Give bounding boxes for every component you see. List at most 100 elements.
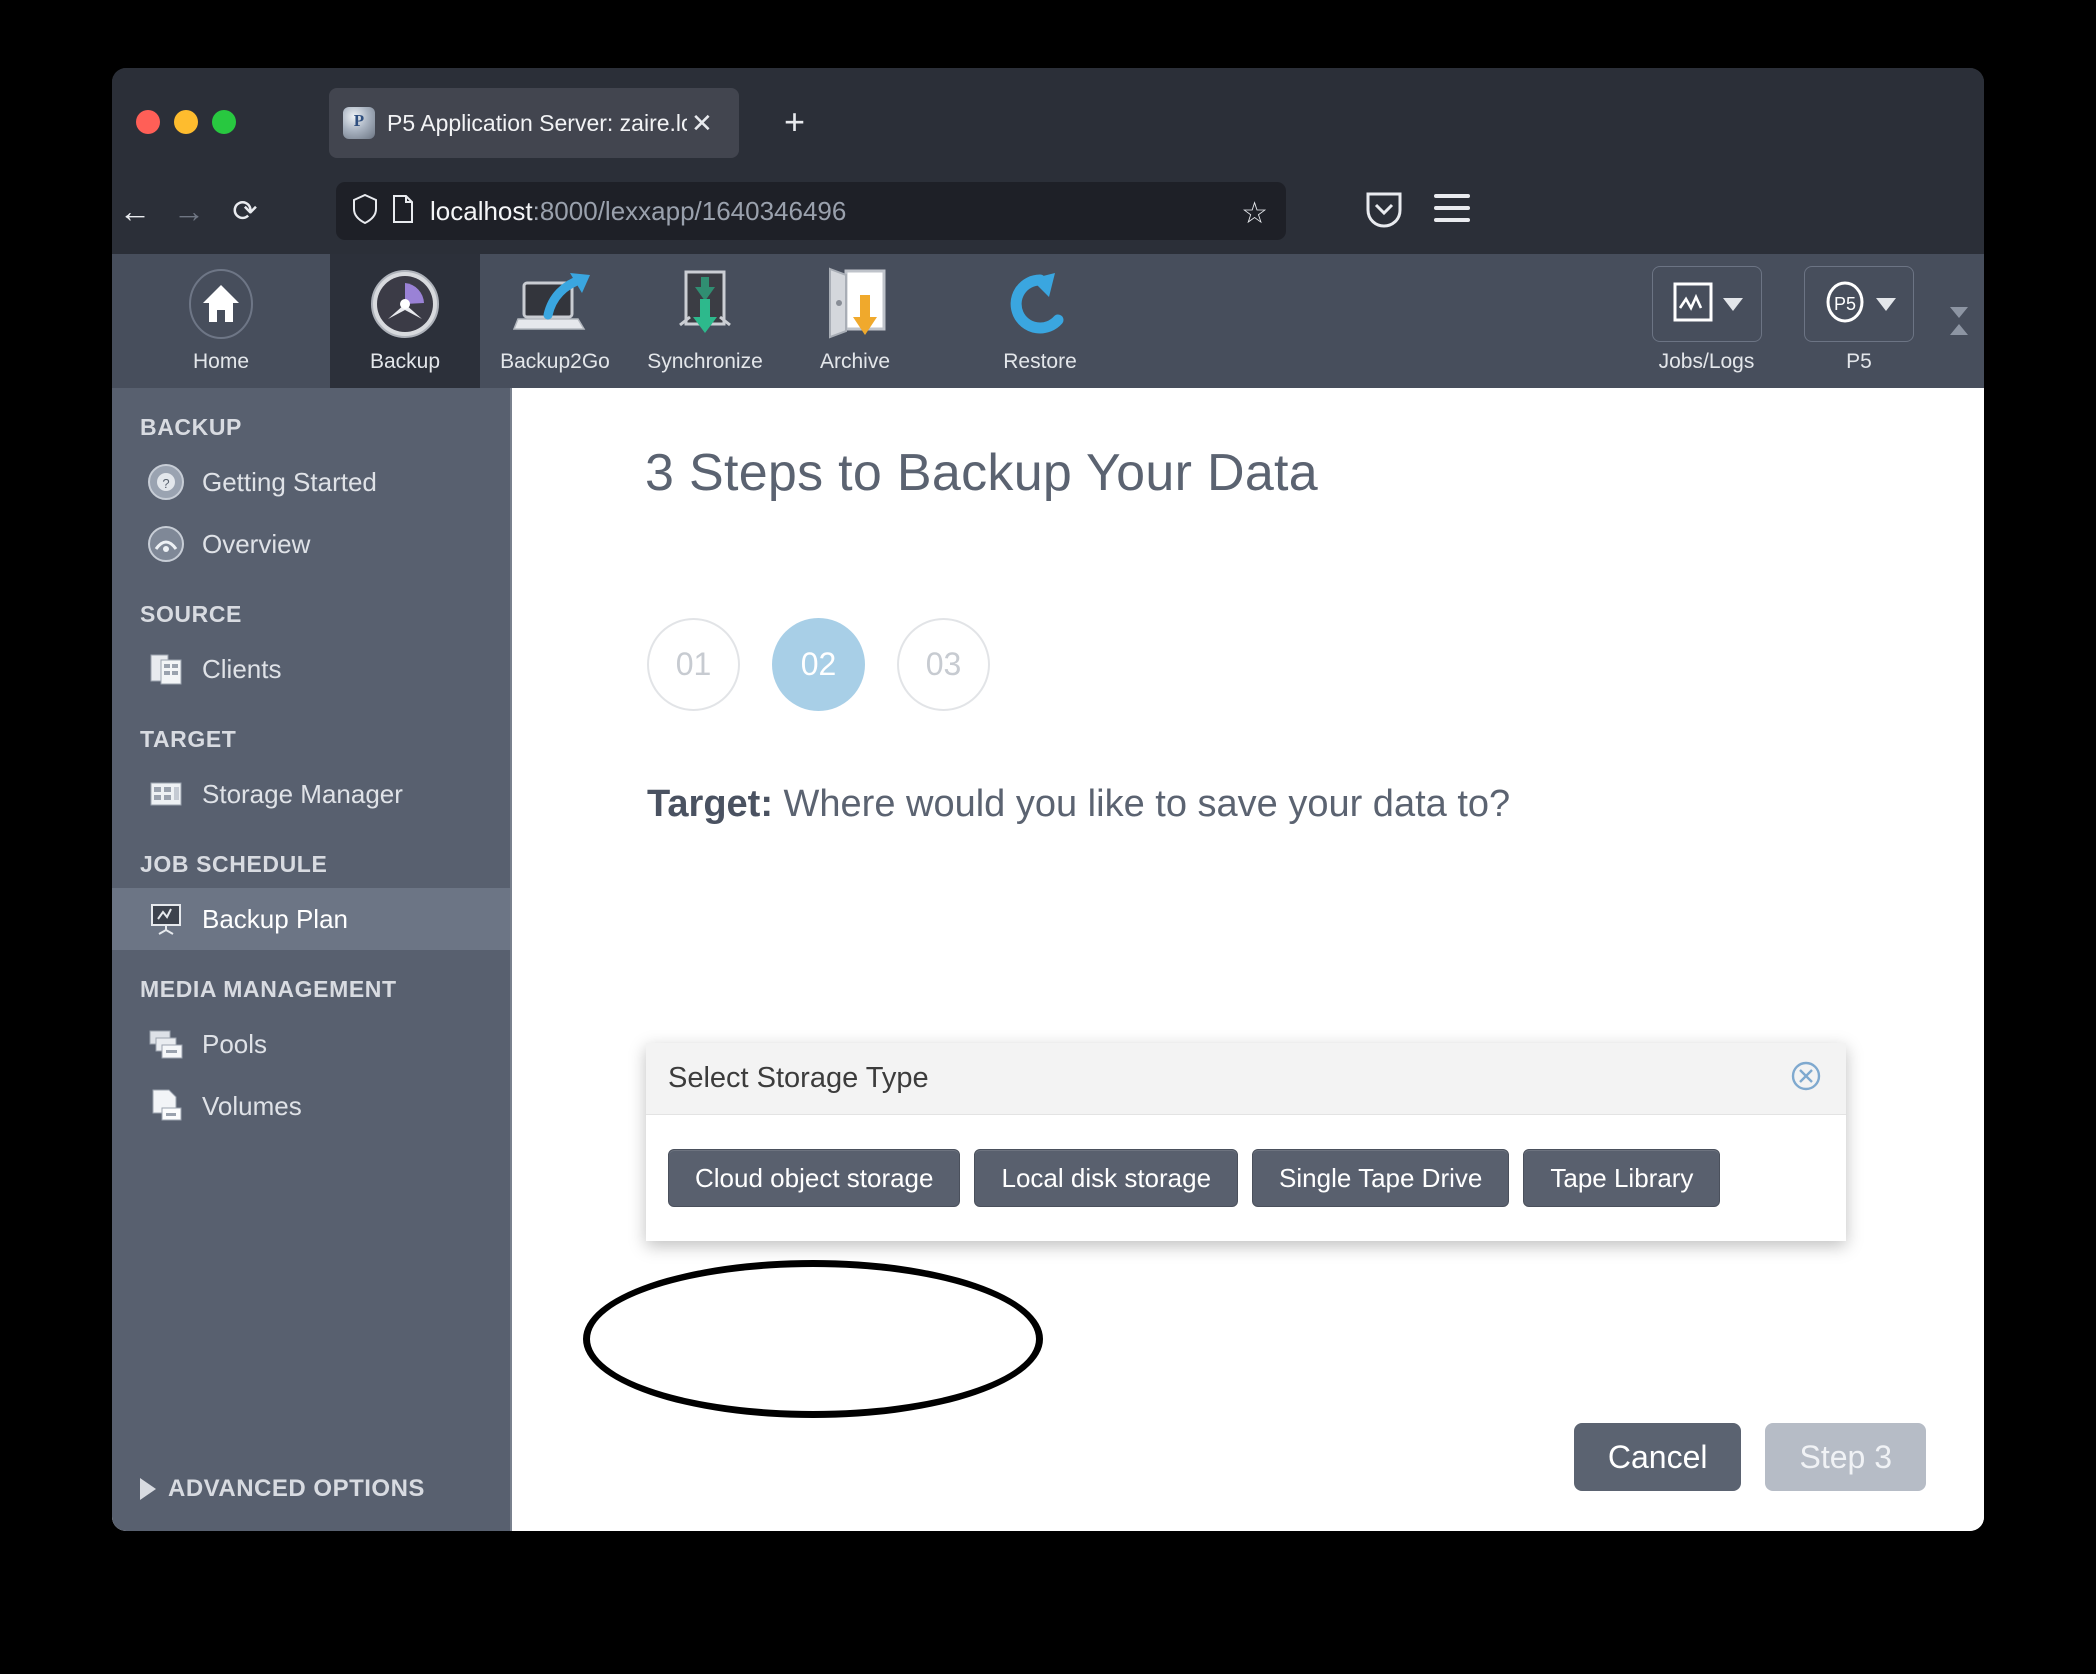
sidebar-item-volumes[interactable]: Volumes [112, 1075, 510, 1137]
tab-title: P5 Application Server: zaire.loca [387, 109, 687, 136]
sidebar-item-overview[interactable]: Overview [112, 513, 510, 575]
app-toolbar: Home Backup Backup2Go Synchronize Archiv… [112, 254, 1984, 388]
cancel-button[interactable]: Cancel [1573, 1423, 1742, 1491]
shield-icon[interactable] [352, 193, 378, 229]
archive-door-icon [820, 267, 890, 340]
dialog-body: Cloud object storage Local disk storage … [646, 1115, 1846, 1241]
sidebar-item-label: Overview [202, 528, 311, 559]
window-close-button[interactable] [136, 110, 160, 134]
sidebar-section-media-management: MEDIA MANAGEMENT [140, 976, 397, 1002]
overview-dial-icon [146, 524, 186, 564]
toolbar-item-label: Restore [1003, 350, 1077, 373]
jobs-logs-dropdown[interactable] [1651, 266, 1762, 342]
backup-plan-icon [146, 899, 186, 939]
storage-type-tape-library[interactable]: Tape Library [1523, 1149, 1721, 1207]
toolbar-item-label: Home [192, 350, 250, 373]
toolbar-item-backup2go[interactable]: Backup2Go [480, 254, 630, 388]
toolbar-item-label: Archive [819, 350, 891, 373]
collapse-toggle-icon[interactable] [1934, 254, 1984, 388]
dialog-header: Select Storage Type [646, 1043, 1846, 1115]
target-label: Target: [647, 783, 773, 825]
sidebar-advanced-options-label: ADVANCED OPTIONS [168, 1475, 425, 1502]
sidebar-item-label: Clients [202, 653, 282, 684]
tab-favicon-icon [343, 107, 375, 139]
p5-dropdown[interactable]: P5 [1804, 266, 1914, 342]
hamburger-menu-icon[interactable] [1434, 194, 1470, 230]
sidebar-item-label: Backup Plan [202, 903, 348, 934]
toolbar-item-synchronize[interactable]: Synchronize [630, 254, 780, 388]
sidebar-item-pools[interactable]: Pools [112, 1013, 510, 1075]
sidebar-section-job-schedule: JOB SCHEDULE [140, 851, 328, 877]
pocket-icon[interactable] [1364, 188, 1404, 237]
sidebar-item-label: Storage Manager [202, 778, 403, 809]
toolbar-dropdown-p5[interactable]: P5 P5 [1784, 254, 1934, 388]
browser-nav-bar: ← → ⟳ localhost:8000/lexxapp/1640346496 … [112, 168, 1984, 254]
svg-text:?: ? [162, 476, 169, 491]
bookmark-star-icon[interactable]: ☆ [1241, 196, 1268, 231]
back-icon[interactable]: ← [112, 188, 158, 234]
reload-icon[interactable]: ⟳ [222, 188, 268, 234]
chart-window-icon [1671, 280, 1715, 329]
toolbar-item-restore[interactable]: Restore [930, 254, 1150, 388]
storage-type-cloud-object-storage[interactable]: Cloud object storage [668, 1149, 961, 1207]
clients-icon [146, 649, 186, 689]
chevron-down-icon[interactable] [1722, 297, 1743, 311]
toolbar-item-label: Backup [369, 350, 441, 373]
sidebar-item-clients[interactable]: Clients [112, 638, 510, 700]
browser-window: P5 Application Server: zaire.loca ✕ + ← … [112, 68, 1984, 1531]
browser-tab[interactable]: P5 Application Server: zaire.loca ✕ [329, 88, 739, 158]
step-03[interactable]: 03 [897, 618, 990, 711]
p5-badge-icon: P5 [1822, 279, 1868, 330]
sidebar-section-backup: BACKUP [140, 414, 242, 440]
select-storage-type-dialog: Select Storage Type Cloud object storage… [646, 1043, 1846, 1241]
sidebar-item-label: Getting Started [202, 466, 377, 497]
sidebar-section-source: SOURCE [140, 601, 243, 627]
sidebar-section-target: TARGET [140, 726, 237, 752]
step-indicator: 01 02 03 [647, 618, 990, 711]
dialog-title: Select Storage Type [668, 1062, 929, 1094]
svg-text:P5: P5 [1834, 294, 1856, 314]
window-maximize-button[interactable] [212, 110, 236, 134]
sidebar-item-label: Volumes [202, 1090, 302, 1121]
sync-arrows-icon [670, 268, 740, 340]
triangle-right-icon [140, 1478, 156, 1500]
storage-type-single-tape-drive[interactable]: Single Tape Drive [1252, 1149, 1510, 1207]
sidebar-advanced-options[interactable]: ADVANCED OPTIONS [112, 1475, 425, 1503]
storage-manager-icon [146, 774, 186, 814]
volumes-icon [146, 1086, 186, 1126]
target-question-text: Where would you like to save your data t… [783, 783, 1511, 825]
sidebar-item-getting-started[interactable]: ? Getting Started [112, 451, 510, 513]
toolbar-item-archive[interactable]: Archive [780, 254, 930, 388]
storage-type-local-disk-storage[interactable]: Local disk storage [974, 1149, 1239, 1207]
toolbar-item-label: Synchronize [647, 350, 763, 373]
toolbar-dropdown-label: P5 [1846, 350, 1872, 373]
url-bar[interactable]: localhost:8000/lexxapp/1640346496 ☆ [336, 182, 1286, 240]
sidebar-item-backup-plan[interactable]: Backup Plan [112, 888, 510, 950]
toolbar-dropdown-label: Jobs/Logs [1658, 350, 1755, 373]
main-content: 3 Steps to Backup Your Data 01 02 03 Tar… [512, 388, 1984, 1531]
toolbar-item-backup[interactable]: Backup [330, 254, 480, 388]
sidebar-item-label: Pools [202, 1028, 268, 1059]
toolbar-item-label: Backup2Go [500, 350, 610, 373]
app-body: BACKUP ? Getting Started Overview SOURCE… [112, 388, 1984, 1531]
circle-x-icon[interactable] [1788, 1058, 1824, 1099]
laptop-arrow-icon [512, 268, 598, 340]
wizard-footer: Cancel Step 3 [1573, 1423, 1926, 1491]
tab-close-icon[interactable]: ✕ [691, 110, 713, 136]
forward-icon[interactable]: → [166, 188, 212, 234]
new-tab-button[interactable]: + [784, 104, 805, 140]
url-text: localhost:8000/lexxapp/1640346496 [430, 195, 847, 226]
toolbar-dropdown-jobs-logs[interactable]: Jobs/Logs [1629, 254, 1784, 388]
step-01[interactable]: 01 [647, 618, 740, 711]
step-3-button[interactable]: Step 3 [1765, 1423, 1926, 1491]
step-02[interactable]: 02 [772, 618, 865, 711]
tab-strip: P5 Application Server: zaire.loca ✕ + [112, 68, 1984, 168]
home-icon [183, 268, 259, 340]
sidebar-item-storage-manager[interactable]: Storage Manager [112, 763, 510, 825]
sidebar: BACKUP ? Getting Started Overview SOURCE… [112, 388, 512, 1531]
toolbar-item-home[interactable]: Home [112, 254, 330, 388]
chevron-down-icon[interactable] [1876, 297, 1896, 311]
window-minimize-button[interactable] [174, 110, 198, 134]
compass-icon [368, 268, 442, 340]
page-icon[interactable] [392, 194, 414, 228]
